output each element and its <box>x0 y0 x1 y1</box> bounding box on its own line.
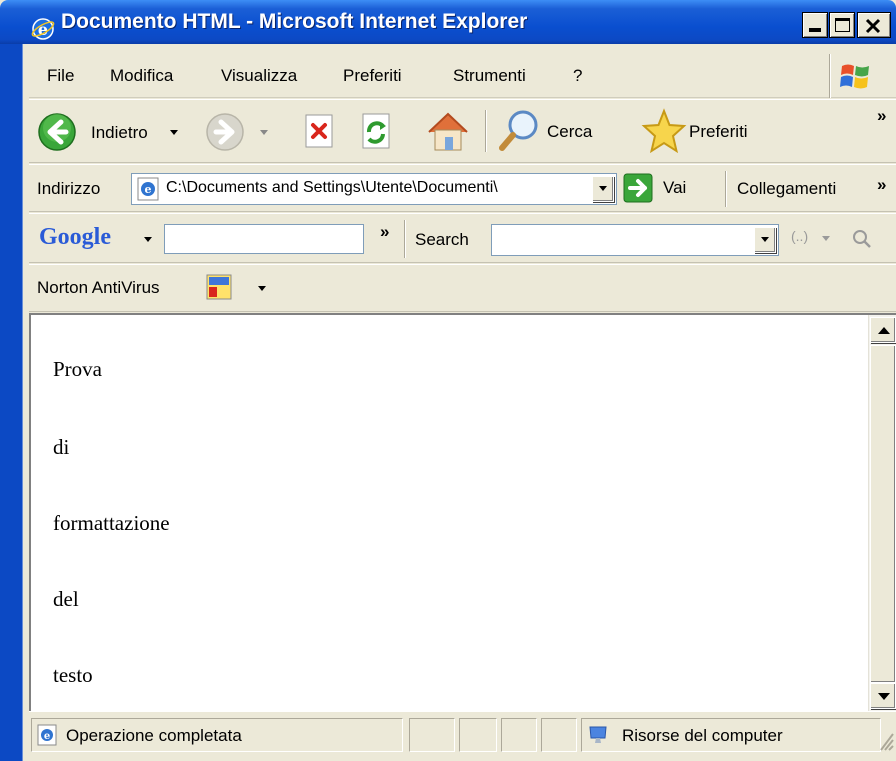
links-overflow-button[interactable]: » <box>877 175 886 195</box>
address-dropdown-button[interactable] <box>592 176 614 202</box>
chevron-up-icon <box>878 327 890 334</box>
links-label[interactable]: Collegamenti <box>737 179 836 199</box>
status-panel-main: e Operazione completata <box>31 718 403 752</box>
google-search-icon[interactable] <box>851 228 873 250</box>
home-button[interactable] <box>425 110 471 152</box>
scroll-up-button[interactable] <box>870 317 896 343</box>
google-options-label: (..) <box>791 228 809 244</box>
back-label: Indietro <box>91 123 148 142</box>
window-title: Documento HTML - Microsoft Internet Expl… <box>61 10 528 33</box>
minimize-button[interactable] <box>802 12 828 38</box>
browser-window: e Documento HTML - Microsoft Internet Ex… <box>0 0 896 761</box>
resize-grip-icon[interactable] <box>879 730 895 752</box>
go-label: Vai <box>663 178 687 197</box>
chevron-down-icon <box>170 130 178 135</box>
google-query-input[interactable] <box>164 224 364 254</box>
page-content: Prova di formattazione del testo <box>29 313 896 711</box>
home-icon <box>428 112 468 151</box>
menu-preferiti[interactable]: Preferiti <box>343 66 402 86</box>
computer-zone-icon <box>589 726 607 743</box>
scroll-thumb[interactable] <box>870 345 896 683</box>
google-search-dropdown[interactable] <box>754 227 776 253</box>
status-panel-blank-1 <box>459 718 497 752</box>
address-value: C:\Documents and Settings\Utente\Documen… <box>166 179 498 196</box>
svg-text:e: e <box>44 731 50 742</box>
search-icon <box>499 110 538 151</box>
menu-file[interactable]: File <box>47 66 74 86</box>
google-toolbar: Google » Search (..) <box>29 213 896 263</box>
address-label: Indirizzo <box>37 179 101 198</box>
star-icon <box>641 108 687 154</box>
norton-label: Norton AntiVirus <box>37 278 160 297</box>
google-menu-button[interactable]: Google <box>37 224 161 254</box>
content-line-5: testo <box>53 663 93 687</box>
go-arrow-icon <box>623 173 653 203</box>
chevron-down-icon <box>260 130 268 135</box>
status-panel-zone: Risorse del computer <box>581 718 881 752</box>
back-button[interactable]: Indietro <box>37 112 187 152</box>
search-button[interactable]: Cerca <box>497 108 617 154</box>
standard-toolbar: Indietro Cerca Preferiti » <box>29 99 896 163</box>
ie-icon: e <box>31 17 55 45</box>
forward-arrow-icon <box>206 113 244 151</box>
refresh-icon <box>362 113 390 149</box>
status-panel-progress <box>409 718 455 752</box>
chevron-down-icon <box>144 237 152 242</box>
title-bar[interactable]: e Documento HTML - Microsoft Internet Ex… <box>0 0 896 44</box>
norton-toolbar: Norton AntiVirus <box>29 264 896 312</box>
stop-button[interactable] <box>303 114 337 148</box>
chevron-down-icon <box>599 186 607 191</box>
menu-visualizza[interactable]: Visualizza <box>221 66 297 86</box>
vertical-scrollbar[interactable] <box>868 315 896 711</box>
status-text: Operazione completata <box>66 726 242 745</box>
svg-text:e: e <box>145 183 152 196</box>
close-button[interactable] <box>857 12 891 38</box>
page-icon: e <box>137 177 159 201</box>
content-line-1: Prova <box>53 357 102 381</box>
menu-strumenti[interactable]: Strumenti <box>453 66 526 86</box>
google-more-button[interactable]: » <box>380 222 389 242</box>
back-arrow-icon <box>38 113 76 151</box>
maximize-button[interactable] <box>829 12 855 38</box>
google-separator <box>404 220 405 258</box>
forward-button[interactable] <box>205 112 285 152</box>
chevron-down-icon <box>878 693 890 700</box>
status-bar: e Operazione completata Risorse del comp… <box>29 711 896 761</box>
go-button[interactable]: Vai <box>623 173 703 205</box>
address-combobox[interactable]: e C:\Documents and Settings\Utente\Docum… <box>131 173 617 205</box>
favorites-button[interactable]: Preferiti <box>641 108 791 154</box>
stop-icon <box>305 114 333 148</box>
chevron-down-icon <box>761 237 769 242</box>
status-panel-security <box>541 718 577 752</box>
scroll-down-button[interactable] <box>870 683 896 709</box>
content-line-2: di <box>53 435 70 459</box>
google-logo: Google <box>39 224 111 250</box>
menu-bar: File Modifica Visualizza Preferiti Strum… <box>29 54 896 98</box>
address-separator <box>725 171 726 207</box>
toolbar-separator <box>485 110 486 152</box>
norton-menu-button[interactable] <box>205 273 275 305</box>
google-search-combobox[interactable] <box>491 224 779 256</box>
menu-separator <box>829 54 830 98</box>
zone-label: Risorse del computer <box>622 726 783 745</box>
windows-logo-icon <box>839 60 873 96</box>
menu-help[interactable]: ? <box>573 66 582 86</box>
content-line-3: formattazione <box>53 511 170 535</box>
chevron-down-icon <box>822 236 830 241</box>
refresh-button[interactable] <box>359 112 395 150</box>
status-panel-blank-2 <box>501 718 537 752</box>
content-line-4: del <box>53 587 79 611</box>
norton-icon <box>206 274 232 300</box>
favorites-label: Preferiti <box>689 122 748 141</box>
search-label: Cerca <box>547 122 593 141</box>
menu-modifica[interactable]: Modifica <box>110 66 173 86</box>
toolbar-overflow-button[interactable]: » <box>877 106 886 126</box>
google-search-label: Search <box>415 230 469 249</box>
address-bar: Indirizzo e C:\Documents and Settings\Ut… <box>29 164 896 212</box>
google-options-button[interactable]: (..) <box>791 228 837 252</box>
chevron-down-icon <box>258 286 266 291</box>
page-done-icon: e <box>37 724 57 746</box>
